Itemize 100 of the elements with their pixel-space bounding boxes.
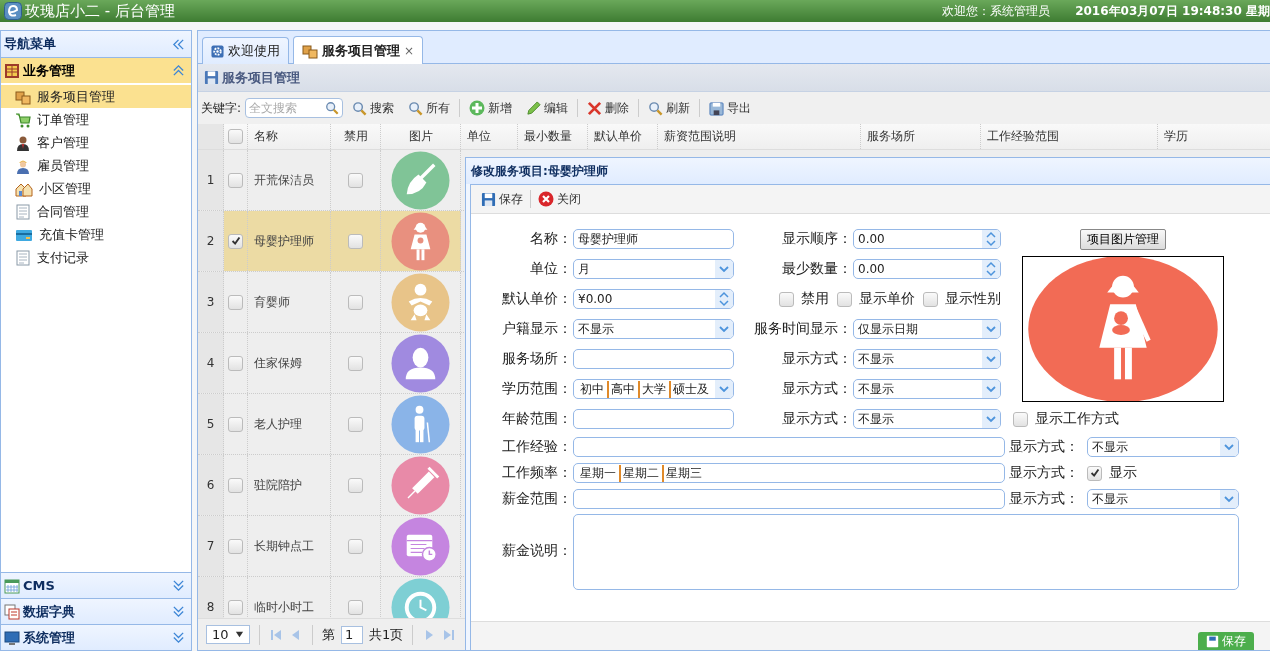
column-header[interactable]: 默认单价	[588, 124, 658, 149]
search-button[interactable]: 搜索	[347, 97, 400, 119]
spinner-arrows-icon[interactable]	[715, 290, 733, 308]
chevron-down-icon[interactable]	[715, 320, 733, 338]
checkbox[interactable]	[228, 172, 243, 188]
close-icon[interactable]: ×	[404, 43, 415, 58]
checkbox[interactable]	[228, 416, 243, 432]
text-area[interactable]	[573, 514, 1239, 590]
text-field[interactable]: 母婴护理师	[573, 229, 734, 249]
page-number-field[interactable]: 1	[341, 625, 363, 644]
checkbox[interactable]	[348, 538, 363, 554]
chevron-down-icon[interactable]	[715, 380, 733, 398]
column-header[interactable]: 服务场所	[861, 124, 981, 149]
last-page-icon[interactable]	[442, 627, 457, 642]
sidebar-item[interactable]: 充值卡管理	[1, 223, 191, 246]
dropdown-field[interactable]: 初中 高中 大学 硕士及	[573, 379, 734, 399]
close-button[interactable]: 关闭	[533, 188, 586, 210]
checkbox[interactable]	[923, 291, 938, 307]
text-field[interactable]: 星期一 星期二 星期三	[573, 463, 1005, 483]
spinner-arrows-icon[interactable]	[982, 260, 1000, 278]
dropdown-field[interactable]: 仅显示日期	[853, 319, 1001, 339]
sidebar-item[interactable]: 合同管理	[1, 200, 191, 223]
column-header[interactable]: 禁用	[331, 124, 381, 149]
delete-button[interactable]: 删除	[582, 97, 635, 119]
sidebar-item[interactable]: 支付记录	[1, 246, 191, 269]
checkbox[interactable]	[837, 291, 852, 307]
dropdown-field[interactable]: 不显示	[1087, 437, 1239, 457]
column-header[interactable]: 单位	[461, 124, 518, 149]
spinner-arrows-icon[interactable]	[982, 230, 1000, 248]
text-field[interactable]	[573, 489, 1005, 509]
checkbox[interactable]	[228, 477, 243, 493]
text-field[interactable]	[573, 437, 1005, 457]
sidebar-item[interactable]: 小区管理	[1, 177, 191, 200]
chevron-down-icon[interactable]	[982, 320, 1000, 338]
checkbox[interactable]	[228, 538, 243, 554]
tab[interactable]: 服务项目管理 ×	[293, 36, 424, 64]
accordion-header[interactable]: 数据字典	[1, 598, 191, 624]
refresh-button[interactable]: 刷新	[643, 97, 696, 119]
checkbox[interactable]	[228, 233, 243, 249]
expand-down-icon[interactable]	[172, 579, 185, 592]
column-header[interactable]: 图片	[381, 124, 461, 149]
checkbox[interactable]	[228, 355, 243, 371]
column-header[interactable]: 薪资范围说明	[658, 124, 861, 149]
checkbox[interactable]	[348, 294, 363, 310]
checkbox[interactable]	[348, 477, 363, 493]
dropdown-field[interactable]: 不显示	[853, 349, 1001, 369]
checkbox[interactable]	[228, 129, 243, 144]
chevron-down-icon[interactable]	[1220, 438, 1238, 456]
sidebar-item[interactable]: 订单管理	[1, 108, 191, 131]
dropdown-field[interactable]: 不显示	[853, 379, 1001, 399]
document-icon	[15, 203, 31, 220]
column-header[interactable]: 最小数量	[518, 124, 588, 149]
checkbox[interactable]	[348, 233, 363, 249]
search-field[interactable]: 全文搜索	[245, 98, 344, 118]
chevron-down-icon[interactable]	[982, 350, 1000, 368]
dropdown-field[interactable]: 不显示	[573, 319, 734, 339]
accordion-header[interactable]: 系统管理	[1, 624, 191, 650]
chevron-down-icon[interactable]	[982, 380, 1000, 398]
tab[interactable]: 欢迎使用	[202, 37, 289, 64]
field-label: 服务时间显示：	[753, 319, 853, 338]
accordion-header[interactable]: CMS	[1, 572, 191, 598]
dropdown-field[interactable]: 月	[573, 259, 734, 279]
sidebar-item[interactable]: 服务项目管理	[1, 85, 191, 108]
page-size-dropdown[interactable]: 10	[206, 625, 250, 644]
show-all-button[interactable]: 所有	[403, 97, 456, 119]
save-button[interactable]: 保存	[476, 188, 528, 210]
checkbox[interactable]	[1087, 465, 1102, 481]
checkbox[interactable]	[348, 416, 363, 432]
checkbox[interactable]	[1013, 411, 1028, 427]
checkbox[interactable]	[348, 172, 363, 188]
checkbox[interactable]	[348, 355, 363, 371]
export-button[interactable]: 导出	[704, 97, 757, 119]
expand-down-icon[interactable]	[172, 605, 185, 618]
number-field[interactable]: 0.00	[853, 229, 1001, 249]
checkbox[interactable]	[228, 599, 243, 615]
chevron-down-icon[interactable]	[1220, 490, 1238, 508]
collapse-up-icon[interactable]	[172, 64, 185, 77]
add-button[interactable]: 新增	[464, 97, 518, 119]
chevron-down-icon[interactable]	[982, 410, 1000, 428]
sidebar-item[interactable]: 客户管理	[1, 131, 191, 154]
checkbox[interactable]	[348, 599, 363, 615]
checkbox[interactable]	[228, 294, 243, 310]
number-field[interactable]: ¥0.00	[573, 289, 734, 309]
column-header[interactable]: 学历	[1158, 124, 1270, 149]
dropdown-field[interactable]: 不显示	[1087, 489, 1239, 509]
checkbox[interactable]	[779, 291, 794, 307]
image-manage-button[interactable]: 项目图片管理	[1080, 228, 1166, 250]
expand-down-icon[interactable]	[172, 631, 185, 644]
sidebar-item[interactable]: 雇员管理	[1, 154, 191, 177]
text-field[interactable]	[573, 409, 734, 429]
number-field[interactable]: 0.00	[853, 259, 1001, 279]
chevron-down-icon[interactable]	[715, 260, 733, 278]
text-field[interactable]	[573, 349, 734, 369]
column-header[interactable]: 工作经验范围	[981, 124, 1158, 149]
collapse-icon[interactable]	[172, 37, 185, 51]
accordion-header[interactable]: 业务管理	[1, 58, 191, 83]
column-header[interactable]: 名称	[248, 124, 331, 149]
dropdown-field[interactable]: 不显示	[853, 409, 1001, 429]
first-page-icon[interactable]	[269, 627, 283, 642]
edit-button[interactable]: 编辑	[521, 97, 574, 119]
